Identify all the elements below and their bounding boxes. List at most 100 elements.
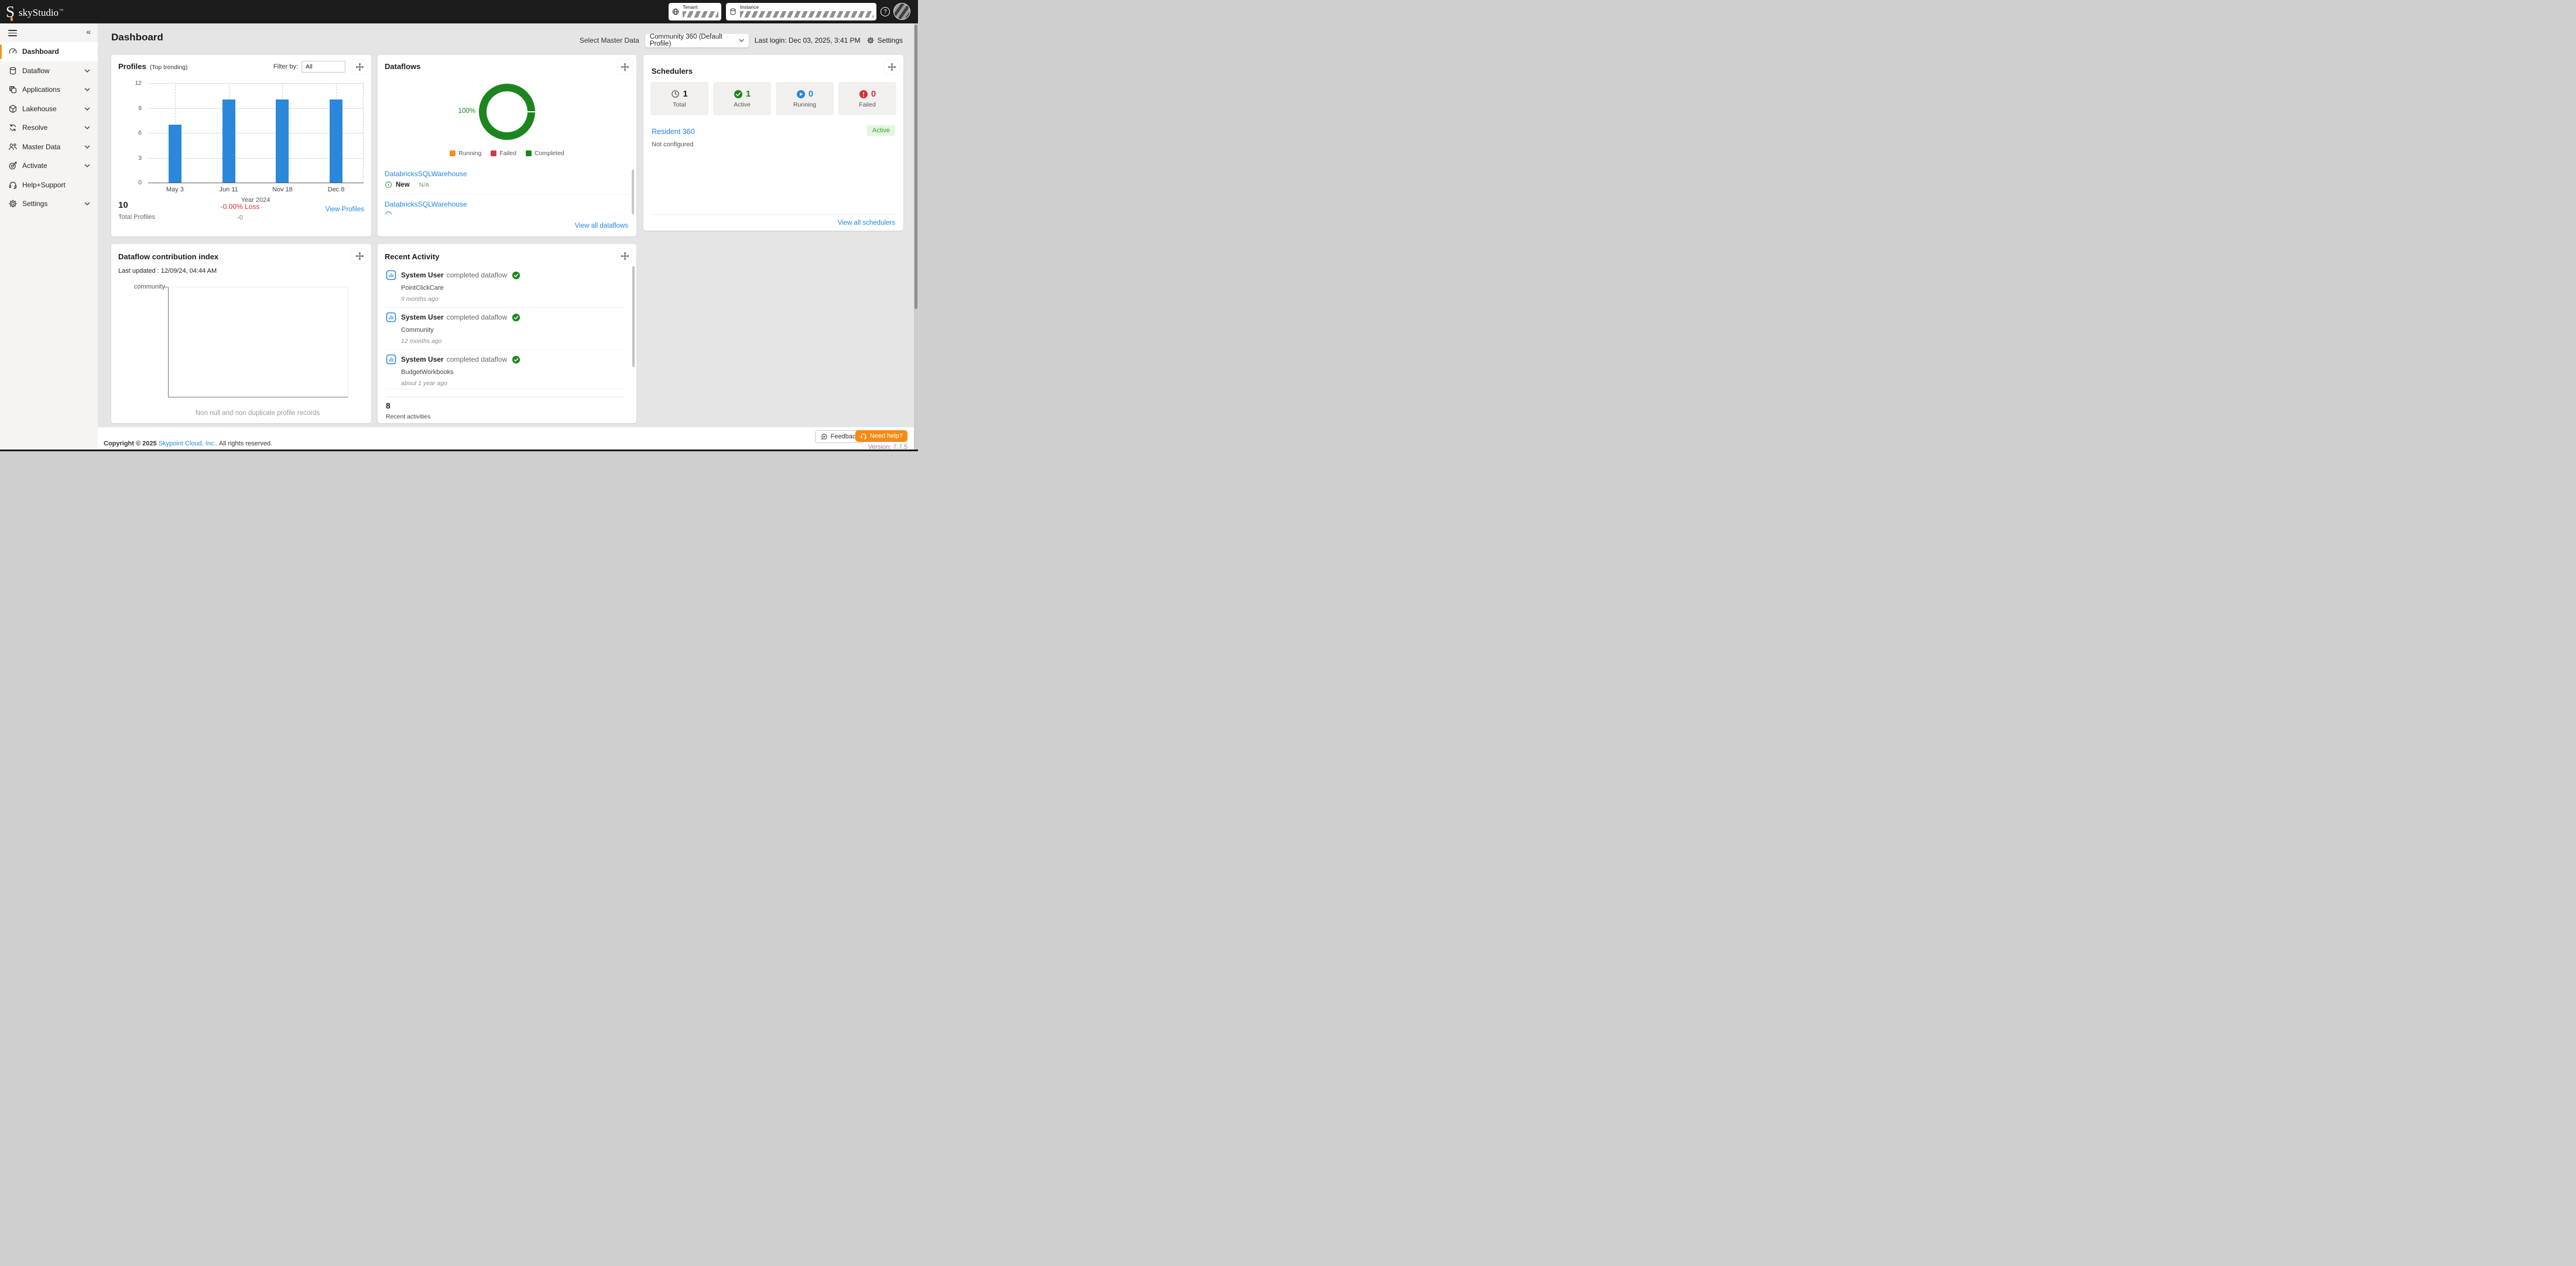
need-help-button-label: Need help? xyxy=(870,433,903,440)
view-all-schedulers-link[interactable]: View all schedulers xyxy=(838,219,895,227)
legend-label: Completed xyxy=(535,150,564,157)
sidebar-item-dashboard[interactable]: Dashboard xyxy=(0,42,98,61)
check-circle-icon xyxy=(512,313,520,322)
tenant-label: Tenant xyxy=(683,5,718,10)
collapse-sidebar-icon[interactable]: « xyxy=(86,27,91,36)
instance-label: Instance xyxy=(740,5,873,10)
stat-value-failed: 0 xyxy=(871,89,876,99)
sidebar-item-activate[interactable]: Activate xyxy=(0,156,98,176)
chevron-down-icon xyxy=(739,39,744,42)
activity-time: 9 months ago xyxy=(401,296,625,303)
profiles-bar-chart: 12 9 6 3 0 May 3 Jun 11 xyxy=(111,78,371,204)
y-axis-tick: 0 xyxy=(138,179,142,186)
page-footer: Copyright © 2025 Skypoint Cloud, Inc.. A… xyxy=(98,427,918,451)
cylinder-icon xyxy=(8,66,18,76)
drag-handle-icon[interactable] xyxy=(352,60,366,74)
donut-segment-gap xyxy=(527,111,536,112)
bar-nov-18[interactable] xyxy=(276,100,289,183)
speech-bubble-icon xyxy=(821,433,828,440)
dataflow-link[interactable]: DatabricksSQLWarehouse xyxy=(385,170,629,178)
need-help-button[interactable]: Need help? xyxy=(855,430,907,442)
master-data-select[interactable]: Community 360 (Default Profile) xyxy=(645,34,749,47)
dataflow-status-value: N/A xyxy=(419,181,430,188)
brand-logo[interactable]: S skyStudio™ xyxy=(6,1,63,25)
headset-icon xyxy=(8,180,18,190)
sidebar-item-lakehouse[interactable]: Lakehouse xyxy=(0,100,98,119)
hamburger-menu-icon[interactable] xyxy=(8,30,17,36)
profiles-card-title: Profiles xyxy=(118,62,146,71)
legend-swatch-running xyxy=(450,150,455,156)
filter-by-label: Filter by: xyxy=(273,63,298,70)
dataflows-list: DatabricksSQLWarehouse New N/A Databrick… xyxy=(385,170,629,221)
sidebar-item-settings[interactable]: Settings xyxy=(0,194,98,214)
activity-action: completed dataflow xyxy=(447,355,507,363)
bar-dec-8[interactable] xyxy=(330,100,342,183)
user-avatar[interactable] xyxy=(893,3,910,20)
filter-input[interactable] xyxy=(302,61,345,73)
x-axis-label: Non null and non duplicate profile recor… xyxy=(135,410,381,417)
contribution-card: Dataflow contribution index Last updated… xyxy=(111,244,371,423)
tenant-value-redacted xyxy=(683,11,718,18)
gear-icon xyxy=(866,36,875,44)
loss-percentage: -0.00% Loss xyxy=(199,203,281,211)
instance-value-redacted xyxy=(740,11,873,18)
feedback-button-label: Feedback xyxy=(831,433,859,440)
bar-may-3[interactable] xyxy=(169,125,181,183)
sidebar-item-applications[interactable]: Applications xyxy=(0,80,98,100)
sidebar-item-dataflow[interactable]: Dataflow xyxy=(0,61,98,81)
sidebar-item-master-data[interactable]: Master Data xyxy=(0,138,98,157)
donut-percentage-label: 100% xyxy=(452,108,475,115)
view-profiles-link[interactable]: View Profiles xyxy=(326,206,364,213)
view-all-dataflows-link[interactable]: View all dataflows xyxy=(575,222,628,229)
recent-activity-card: Recent Activity System User completed da… xyxy=(378,244,636,423)
stat-label-failed: Failed xyxy=(859,101,876,108)
help-icon[interactable]: ? xyxy=(881,7,890,16)
divider xyxy=(386,307,625,308)
bar-jun-11[interactable] xyxy=(222,100,235,183)
legend-item-failed: Failed xyxy=(491,150,516,157)
list-scrollbar[interactable] xyxy=(632,266,635,367)
chevron-down-icon xyxy=(84,88,90,91)
stat-tile-active: 1 Active xyxy=(713,82,771,115)
scheduler-name-link[interactable]: Resident 360 xyxy=(652,128,695,136)
logo-orange-dot xyxy=(11,17,13,21)
drag-handle-icon[interactable] xyxy=(885,60,899,74)
schedulers-card-title: Schedulers xyxy=(652,67,693,76)
app-window: S skyStudio™ Tenant Instance ? « xyxy=(0,0,918,451)
list-scrollbar[interactable] xyxy=(632,170,634,214)
page-scrollbar[interactable] xyxy=(914,23,918,450)
play-circle-icon xyxy=(796,90,806,99)
tenant-selector[interactable]: Tenant xyxy=(669,3,721,20)
page-scrollbar-thumb[interactable] xyxy=(914,25,917,309)
activity-time: about 1 year ago xyxy=(401,380,625,387)
sidebar-item-help-support[interactable]: Help+Support xyxy=(0,176,98,195)
activity-dataflow-name: PointClickCare xyxy=(401,284,625,291)
settings-button-label: Settings xyxy=(878,36,903,44)
clipped-status-icon xyxy=(385,211,629,218)
total-profiles-label: Total Profiles xyxy=(118,214,155,221)
empty-chart-plot-area xyxy=(168,287,348,397)
chevron-down-icon xyxy=(84,202,90,205)
drag-handle-icon[interactable] xyxy=(618,60,632,74)
profiles-card: Profiles (Top trending) Filter by: 12 9 … xyxy=(111,55,371,236)
activity-item: System User completed dataflow PointClic… xyxy=(386,270,625,303)
instance-selector[interactable]: Instance xyxy=(726,3,876,20)
stat-label-active: Active xyxy=(734,101,751,108)
scheduler-config-status: Not configured xyxy=(652,141,694,148)
drag-handle-icon[interactable] xyxy=(618,249,632,263)
error-circle-icon xyxy=(859,90,868,99)
sidebar-item-label: Dataflow xyxy=(22,67,50,75)
divider xyxy=(386,349,625,350)
dataflow-link[interactable]: DatabricksSQLWarehouse xyxy=(385,200,629,208)
company-link[interactable]: Skypoint Cloud, Inc. xyxy=(159,440,216,447)
info-circle-icon xyxy=(385,181,392,188)
sidebar-item-label: Dashboard xyxy=(22,47,59,56)
sidebar-item-resolve[interactable]: Resolve xyxy=(0,118,98,138)
stat-label-running: Running xyxy=(793,101,816,108)
y-axis-tick: 9 xyxy=(138,105,142,112)
settings-button[interactable]: Settings xyxy=(866,36,903,44)
legend-item-running: Running xyxy=(450,150,481,157)
drag-handle-icon[interactable] xyxy=(352,249,366,263)
x-axis-tick: Nov 18 xyxy=(256,186,310,193)
x-axis-tick: May 3 xyxy=(148,186,202,193)
